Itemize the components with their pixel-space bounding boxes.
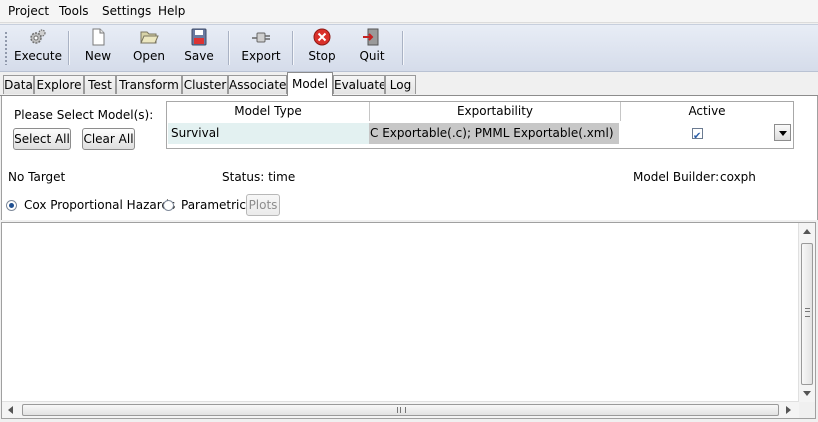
tab-strip: Data Explore Test Transform Cluster Asso… xyxy=(0,72,818,96)
export-button[interactable]: Export xyxy=(240,28,282,68)
floppy-disk-icon xyxy=(191,28,207,46)
open-button[interactable]: Open xyxy=(128,28,170,68)
execute-label: Execute xyxy=(14,49,62,63)
tab-cluster[interactable]: Cluster xyxy=(182,75,228,94)
select-all-button[interactable]: Select All xyxy=(13,128,71,150)
toolbar: Execute New Open Save Export Stop Quit xyxy=(0,24,818,72)
model-type-cell[interactable]: Survival xyxy=(168,123,369,144)
horizontal-scroll-thumb[interactable] xyxy=(22,404,779,416)
export-label: Export xyxy=(241,49,281,63)
stop-button[interactable]: Stop xyxy=(304,28,340,68)
tab-data[interactable]: Data xyxy=(3,75,34,94)
exportability-cell[interactable]: C Exportable(.c); PMML Exportable(.xml) xyxy=(369,123,619,144)
tab-explore[interactable]: Explore xyxy=(34,75,84,94)
parametric-label[interactable]: Parametric xyxy=(181,198,246,212)
scroll-up-icon[interactable] xyxy=(803,229,811,234)
folder-open-icon xyxy=(140,31,159,44)
parametric-radio[interactable] xyxy=(163,200,174,211)
target-status: No Target xyxy=(8,170,66,184)
tab-associate[interactable]: Associate xyxy=(228,75,287,94)
vertical-scrollbar[interactable] xyxy=(798,223,815,403)
toolbar-separator xyxy=(402,31,404,65)
header-active[interactable]: Active xyxy=(621,102,793,121)
quit-button[interactable]: Quit xyxy=(354,28,390,68)
new-file-icon xyxy=(92,28,105,46)
stop-label: Stop xyxy=(308,49,336,63)
quit-label: Quit xyxy=(359,49,385,63)
model-dropdown-button[interactable] xyxy=(774,124,791,141)
tab-transform[interactable]: Transform xyxy=(116,75,182,94)
grip-icon xyxy=(397,407,406,413)
header-exportability[interactable]: Exportability xyxy=(370,102,621,121)
cox-label[interactable]: Cox Proportional Hazards xyxy=(24,198,175,212)
menu-settings[interactable]: Settings xyxy=(102,4,151,18)
save-label: Save xyxy=(184,49,214,63)
new-button[interactable]: New xyxy=(80,28,116,68)
save-button[interactable]: Save xyxy=(180,28,218,68)
execute-button[interactable]: Execute xyxy=(14,28,62,68)
grip-icon xyxy=(805,308,810,317)
menu-bar: Project Tools Settings Help xyxy=(0,0,818,23)
plots-button[interactable]: Plots xyxy=(246,194,280,216)
gears-icon xyxy=(30,29,46,44)
toolbar-separator xyxy=(68,31,70,65)
scroll-down-icon[interactable] xyxy=(803,391,811,396)
scroll-left-icon[interactable] xyxy=(8,406,13,414)
tab-model[interactable]: Model xyxy=(287,72,333,96)
cox-radio[interactable] xyxy=(6,200,17,211)
model-builder-value: coxph xyxy=(720,170,756,184)
status-text: Status: time xyxy=(222,170,296,184)
new-label: New xyxy=(84,49,112,63)
scroll-right-icon[interactable] xyxy=(786,406,791,414)
model-panel: Please Select Model(s): Select All Clear… xyxy=(1,96,818,220)
plug-icon xyxy=(252,32,270,43)
output-textview[interactable] xyxy=(1,222,816,419)
header-model-type[interactable]: Model Type xyxy=(167,102,370,121)
toolbar-grip[interactable] xyxy=(4,31,8,65)
menu-tools[interactable]: Tools xyxy=(59,4,89,18)
door-exit-icon xyxy=(363,28,379,46)
tab-test[interactable]: Test xyxy=(84,75,116,94)
vertical-scroll-thumb[interactable] xyxy=(801,243,813,385)
menu-help[interactable]: Help xyxy=(158,4,185,18)
clear-all-button[interactable]: Clear All xyxy=(82,128,135,150)
menu-project[interactable]: Project xyxy=(8,4,49,18)
select-models-label: Please Select Model(s): xyxy=(14,108,154,122)
stop-icon xyxy=(313,28,331,46)
horizontal-scrollbar[interactable] xyxy=(2,401,799,418)
toolbar-separator xyxy=(292,31,294,65)
model-builder-label: Model Builder: xyxy=(633,170,720,184)
active-checkbox[interactable] xyxy=(692,126,703,144)
tab-evaluate[interactable]: Evaluate xyxy=(333,75,385,94)
open-label: Open xyxy=(132,49,166,63)
toolbar-separator xyxy=(228,31,230,65)
scroll-corner xyxy=(799,402,815,418)
model-table: Model Type Exportability Active Survival… xyxy=(166,101,794,149)
active-cell[interactable] xyxy=(619,123,774,144)
tab-log[interactable]: Log xyxy=(385,75,416,94)
